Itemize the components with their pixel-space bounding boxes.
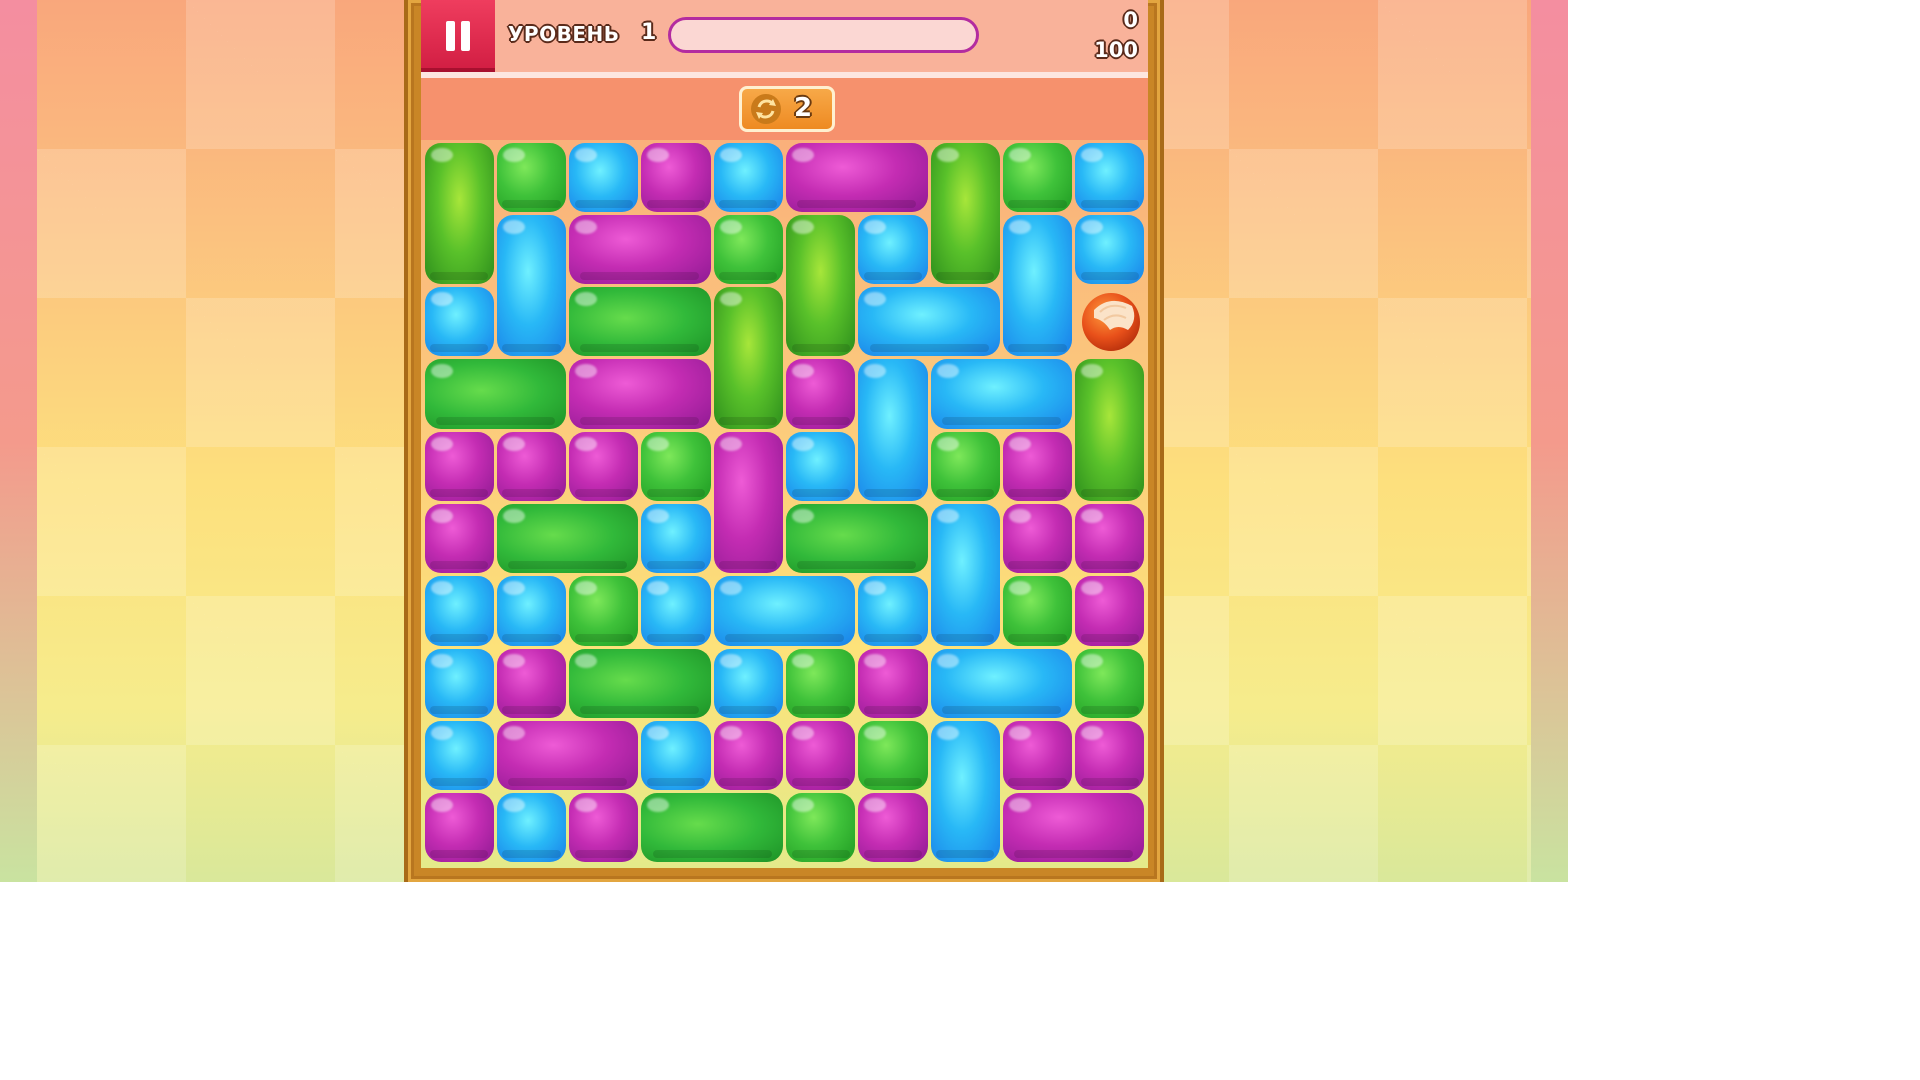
jelly-blue-single-3[interactable] — [569, 142, 639, 212]
shuffle-button[interactable]: 2 — [739, 86, 835, 132]
jelly-blue-single-17[interactable] — [424, 287, 494, 357]
score-progress-bar — [668, 17, 979, 53]
pause-icon-bar — [461, 21, 470, 51]
jelly-blue-single-9[interactable] — [1075, 142, 1145, 212]
jelly-green-vert-19[interactable] — [713, 287, 783, 429]
jelly-green-single-8[interactable] — [1002, 142, 1073, 212]
jelly-blue-single-47[interactable] — [858, 576, 928, 646]
jelly-blue-horiz-25[interactable] — [930, 359, 1073, 429]
right-edge-strip — [1531, 0, 1568, 882]
jelly-purple-single-67[interactable] — [424, 793, 494, 863]
jelly-purple-single-49[interactable] — [1075, 576, 1145, 646]
jelly-blue-single-45[interactable] — [641, 576, 711, 646]
jelly-green-single-63[interactable] — [858, 720, 928, 791]
level-number: 1 — [641, 20, 657, 45]
jelly-blue-single-68[interactable] — [496, 793, 567, 863]
jelly-green-vert-1[interactable] — [424, 142, 494, 285]
jelly-green-horiz-52[interactable] — [569, 648, 711, 718]
game-scene: УРОВЕНЬ 1 0 100 2 — [0, 0, 1568, 882]
jelly-blue-vert-64[interactable] — [930, 720, 1000, 863]
jelly-blue-single-42[interactable] — [424, 576, 494, 646]
jelly-purple-single-61[interactable] — [713, 720, 783, 791]
jelly-blue-single-50[interactable] — [424, 648, 494, 718]
jelly-purple-single-55[interactable] — [858, 648, 928, 718]
jelly-green-single-71[interactable] — [786, 793, 856, 863]
jelly-green-vert-26[interactable] — [1075, 359, 1145, 501]
jelly-purple-single-40[interactable] — [1002, 504, 1073, 574]
jelly-blue-vert-15[interactable] — [1002, 214, 1073, 357]
jelly-blue-single-5[interactable] — [713, 142, 783, 212]
jelly-purple-single-41[interactable] — [1075, 504, 1145, 574]
jelly-blue-horiz-56[interactable] — [930, 648, 1073, 718]
jelly-blue-vert-10[interactable] — [496, 214, 567, 357]
jelly-green-single-2[interactable] — [496, 142, 567, 212]
jelly-green-horiz-18[interactable] — [569, 287, 711, 357]
jelly-purple-horiz-59[interactable] — [496, 720, 639, 791]
jelly-green-single-54[interactable] — [786, 648, 856, 718]
jelly-purple-single-51[interactable] — [496, 648, 567, 718]
jelly-purple-single-4[interactable] — [641, 142, 711, 212]
pause-button[interactable] — [421, 0, 495, 72]
jelly-blue-vert-39[interactable] — [930, 504, 1000, 646]
jelly-blue-single-37[interactable] — [641, 504, 711, 574]
jelly-blue-single-53[interactable] — [713, 648, 783, 718]
jelly-purple-single-28[interactable] — [496, 431, 567, 501]
jelly-green-single-48[interactable] — [1002, 576, 1073, 646]
pause-icon — [446, 21, 455, 51]
jelly-blue-single-60[interactable] — [641, 720, 711, 791]
jelly-purple-single-34[interactable] — [1002, 431, 1073, 501]
jelly-purple-horiz-11[interactable] — [569, 214, 711, 285]
jelly-purple-single-23[interactable] — [786, 359, 856, 429]
shuffle-icon — [751, 94, 781, 124]
jelly-green-vert-13[interactable] — [786, 214, 856, 357]
hazelnut-icon — [1080, 290, 1142, 352]
shuffle-count: 2 — [794, 93, 813, 123]
jelly-green-horiz-36[interactable] — [496, 504, 639, 574]
jelly-green-single-44[interactable] — [569, 576, 639, 646]
jelly-grid — [423, 141, 1146, 864]
jelly-purple-horiz-73[interactable] — [1002, 793, 1145, 863]
jelly-blue-single-14[interactable] — [858, 214, 928, 285]
jelly-green-horiz-70[interactable] — [641, 793, 783, 863]
jelly-blue-single-43[interactable] — [496, 576, 567, 646]
jelly-purple-horiz-6[interactable] — [786, 142, 928, 212]
jelly-purple-vert-31[interactable] — [713, 431, 783, 574]
jelly-purple-single-65[interactable] — [1002, 720, 1073, 791]
jelly-purple-single-29[interactable] — [569, 431, 639, 501]
current-score: 0 — [1123, 8, 1138, 32]
jelly-blue-single-32[interactable] — [786, 431, 856, 501]
jelly-green-vert-7[interactable] — [930, 142, 1000, 285]
jelly-purple-horiz-22[interactable] — [569, 359, 711, 429]
jelly-purple-single-62[interactable] — [786, 720, 856, 791]
jelly-blue-single-16[interactable] — [1075, 214, 1145, 285]
jelly-green-single-12[interactable] — [713, 214, 783, 285]
jelly-green-horiz-21[interactable] — [424, 359, 567, 429]
jelly-blue-vert-24[interactable] — [858, 359, 928, 501]
jelly-green-single-57[interactable] — [1075, 648, 1145, 718]
jelly-blue-horiz-46[interactable] — [713, 576, 856, 646]
jelly-blue-horiz-20[interactable] — [858, 287, 1000, 357]
target-score: 100 — [1094, 38, 1138, 62]
jelly-purple-single-35[interactable] — [424, 504, 494, 574]
level-label: УРОВЕНЬ — [508, 22, 620, 46]
jelly-green-horiz-38[interactable] — [786, 504, 928, 574]
jelly-purple-single-69[interactable] — [569, 793, 639, 863]
jelly-purple-single-66[interactable] — [1075, 720, 1145, 791]
jelly-blue-single-58[interactable] — [424, 720, 494, 791]
left-edge-strip — [0, 0, 37, 882]
jelly-green-single-30[interactable] — [641, 431, 711, 501]
jelly-purple-single-72[interactable] — [858, 793, 928, 863]
jelly-purple-single-27[interactable] — [424, 431, 494, 501]
jelly-green-single-33[interactable] — [930, 431, 1000, 501]
